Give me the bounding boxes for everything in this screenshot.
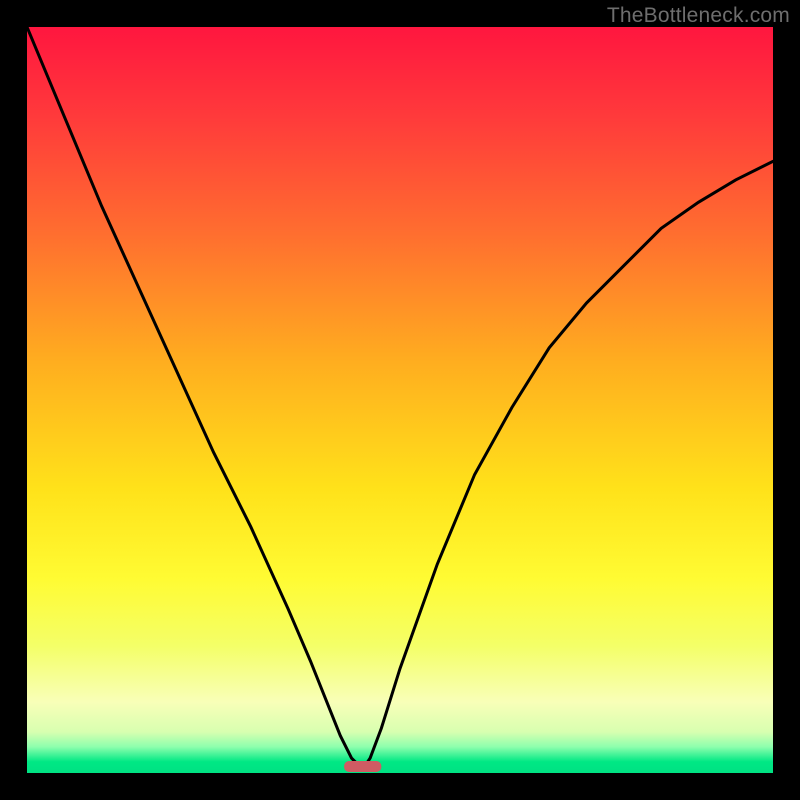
chart-frame: TheBottleneck.com [0,0,800,800]
optimal-marker [344,761,381,772]
gradient-plot-svg [27,27,773,773]
gradient-background [27,27,773,773]
watermark-text: TheBottleneck.com [607,4,790,28]
plot-area [27,27,773,773]
